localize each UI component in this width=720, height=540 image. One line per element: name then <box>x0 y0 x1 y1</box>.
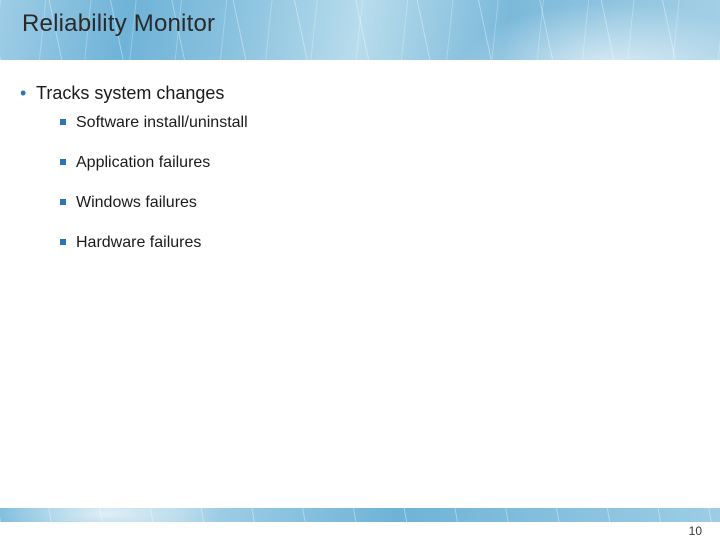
sublist: Software install/uninstall Application f… <box>60 114 680 253</box>
slide-title: Reliability Monitor <box>22 10 215 38</box>
square-bullet-icon <box>60 119 66 125</box>
footer-band <box>0 508 720 522</box>
bullet-level2-text: Windows failures <box>76 194 197 211</box>
bullet-level2: Application failures <box>60 154 680 172</box>
disc-bullet-icon: • <box>20 84 36 102</box>
bullet-level2-text: Software install/uninstall <box>76 114 248 131</box>
bullet-level2: Software install/uninstall <box>60 114 680 132</box>
bullet-level2-text: Hardware failures <box>76 234 201 251</box>
square-bullet-icon <box>60 199 66 205</box>
bullet-level1-text: Tracks system changes <box>36 83 224 103</box>
slide-body: •Tracks system changes Software install/… <box>20 78 680 275</box>
slide: Reliability Monitor •Tracks system chang… <box>0 0 720 540</box>
bullet-level2: Hardware failures <box>60 234 680 252</box>
square-bullet-icon <box>60 239 66 245</box>
page-number: 10 <box>689 524 702 538</box>
square-bullet-icon <box>60 159 66 165</box>
bullet-level2: Windows failures <box>60 194 680 212</box>
bullet-level1: •Tracks system changes <box>20 82 680 104</box>
bullet-level2-text: Application failures <box>76 154 210 171</box>
